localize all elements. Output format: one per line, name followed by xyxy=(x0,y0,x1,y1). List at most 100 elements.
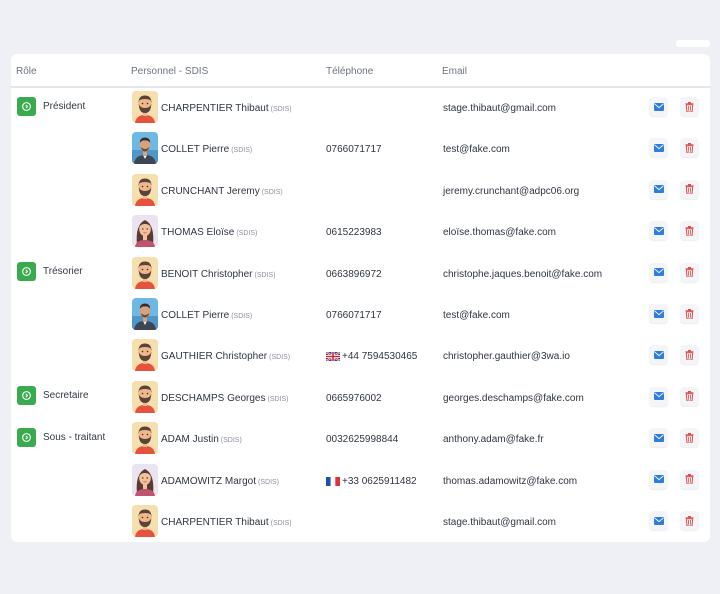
person-name[interactable]: CHARPENTIER Thibaut (SDIS) xyxy=(161,517,292,528)
table-row: COLLET Pierre (SDIS) 0766071717 test@fake.c… xyxy=(11,295,710,336)
phone-number: 0615223983 xyxy=(326,227,382,238)
table-row: ADAMOWITZ Margot (SDIS) +33 0625911482 thom… xyxy=(11,461,710,502)
chevron-right-icon[interactable] xyxy=(17,427,36,447)
send-email-button[interactable] xyxy=(649,138,668,158)
email-address: georges.deschamps@fake.com xyxy=(443,392,584,404)
send-email-button[interactable] xyxy=(649,97,668,116)
role-president[interactable]: Président xyxy=(17,96,85,116)
chevron-right-icon[interactable] xyxy=(17,96,36,116)
envelope-icon xyxy=(653,226,664,235)
table-row: Trésorier BENOIT Christopher (SDIS) 0663896… xyxy=(11,254,710,295)
table-header: Rôle Personnel - SDIS Téléphone Email xyxy=(11,54,710,88)
envelope-icon xyxy=(653,516,664,525)
trash-icon xyxy=(685,474,694,485)
email-address: stage.thibaut@gmail.com xyxy=(443,103,556,114)
avatar-photo xyxy=(132,132,158,165)
person-name[interactable]: CRUNCHANT Jeremy (SDIS) xyxy=(161,186,283,197)
person-name[interactable]: DESCHAMPS Georges (SDIS) xyxy=(161,393,288,404)
phone-number: 0766071717 xyxy=(326,310,382,321)
phone-number: +33 0625911482 xyxy=(326,476,417,487)
sdis-tag: (SDIS) xyxy=(269,354,291,362)
delete-button[interactable] xyxy=(680,221,699,241)
table-row: Secretaire DESCHAMPS Georges (SDIS) 0665976… xyxy=(11,378,710,419)
send-email-button[interactable] xyxy=(649,304,668,323)
avatar-man-beard xyxy=(132,173,158,206)
sdis-tag: (SDIS) xyxy=(231,147,253,155)
role-label: Trésorier xyxy=(43,266,83,278)
table-row: THOMAS Eloïse (SDIS) 0615223983 eloïse.thom… xyxy=(11,212,710,253)
delete-button[interactable] xyxy=(680,469,699,489)
delete-button[interactable] xyxy=(680,511,699,530)
email-address: christopher.gauthier@3wa.io xyxy=(443,351,570,363)
person-name[interactable]: THOMAS Eloïse (SDIS) xyxy=(161,227,257,238)
send-email-button[interactable] xyxy=(649,469,668,489)
chevron-right-icon[interactable] xyxy=(17,262,36,282)
phone-text: 0663896972 xyxy=(326,268,382,280)
avatar-photo xyxy=(132,298,158,330)
delete-button[interactable] xyxy=(680,262,699,282)
delete-button[interactable] xyxy=(680,179,699,199)
send-email-button[interactable] xyxy=(649,428,668,448)
send-email-button[interactable] xyxy=(649,221,668,241)
delete-button[interactable] xyxy=(680,138,699,158)
person-name-text: COLLET Pierre xyxy=(161,310,230,321)
person-name-text: ADAM Justin xyxy=(161,434,219,446)
sdis-tag: (SDIS) xyxy=(270,106,292,113)
person-name[interactable]: BENOIT Christopher (SDIS) xyxy=(161,269,276,280)
role-sous-traitant[interactable]: Sous - traitant xyxy=(17,427,105,447)
send-email-button[interactable] xyxy=(649,511,668,530)
sdis-tag: (SDIS) xyxy=(261,188,283,196)
person-name-text: COLLET Pierre xyxy=(161,144,230,156)
delete-button[interactable] xyxy=(680,97,699,116)
sdis-tag: (SDIS) xyxy=(236,230,258,238)
person-name-text: ADAMOWITZ Margot xyxy=(161,475,257,487)
email-address: thomas.adamowitz@fake.com xyxy=(443,475,578,487)
phone-text: 0032625998844 xyxy=(326,434,399,446)
avatar-man-beard xyxy=(132,505,158,537)
trash-icon xyxy=(685,391,694,402)
email-address: stage.thibaut@gmail.com xyxy=(443,517,556,528)
header-role: Rôle xyxy=(16,66,37,77)
trash-icon xyxy=(685,101,694,112)
trash-icon xyxy=(685,184,694,195)
person-name[interactable]: ADAM Justin (SDIS) xyxy=(161,434,242,445)
avatar-man-beard xyxy=(132,380,158,413)
send-email-button[interactable] xyxy=(649,386,668,406)
trash-icon xyxy=(685,142,694,153)
person-name[interactable]: GAUTHIER Christopher (SDIS) xyxy=(161,351,290,362)
email-address: eloïse.thomas@fake.com xyxy=(443,227,556,239)
delete-button[interactable] xyxy=(680,428,699,448)
top-tab[interactable] xyxy=(676,40,710,47)
person-name[interactable]: COLLET Pierre (SDIS) xyxy=(161,144,252,155)
delete-button[interactable] xyxy=(680,386,699,406)
trash-icon xyxy=(685,349,694,360)
sdis-tag: (SDIS) xyxy=(258,478,280,486)
envelope-icon xyxy=(653,475,664,484)
delete-button[interactable] xyxy=(680,345,699,365)
trash-icon xyxy=(685,432,694,443)
role-secretaire[interactable]: Secretaire xyxy=(17,386,89,406)
phone-text: +44 7594530465 xyxy=(342,351,418,363)
role-tresorier[interactable]: Trésorier xyxy=(17,262,83,282)
chevron-right-icon[interactable] xyxy=(17,386,36,406)
envelope-icon xyxy=(653,392,664,401)
table-row: GAUTHIER Christopher (SDIS) +44 7594530465… xyxy=(11,336,710,377)
role-label: Secretaire xyxy=(43,390,89,402)
person-name[interactable]: CHARPENTIER Thibaut (SDIS) xyxy=(161,103,292,114)
person-name[interactable]: ADAMOWITZ Margot (SDIS) xyxy=(161,476,279,487)
send-email-button[interactable] xyxy=(649,179,668,199)
person-name-text: DESCHAMPS Georges xyxy=(161,392,266,404)
envelope-icon xyxy=(653,102,664,111)
delete-button[interactable] xyxy=(680,304,699,323)
sdis-tag: (SDIS) xyxy=(220,437,242,445)
phone-text: 0615223983 xyxy=(326,227,382,239)
email-address: test@fake.com xyxy=(443,144,510,156)
send-email-button[interactable] xyxy=(649,262,668,282)
send-email-button[interactable] xyxy=(649,345,668,365)
person-name[interactable]: COLLET Pierre (SDIS) xyxy=(161,310,252,321)
phone-text: 0766071717 xyxy=(326,144,382,156)
envelope-icon xyxy=(653,309,664,318)
email-address: test@fake.com xyxy=(443,310,510,321)
table-row: CRUNCHANT Jeremy (SDIS) jeremy.crunchant@a… xyxy=(11,171,710,212)
email-address: anthony.adam@fake.fr xyxy=(443,434,544,446)
